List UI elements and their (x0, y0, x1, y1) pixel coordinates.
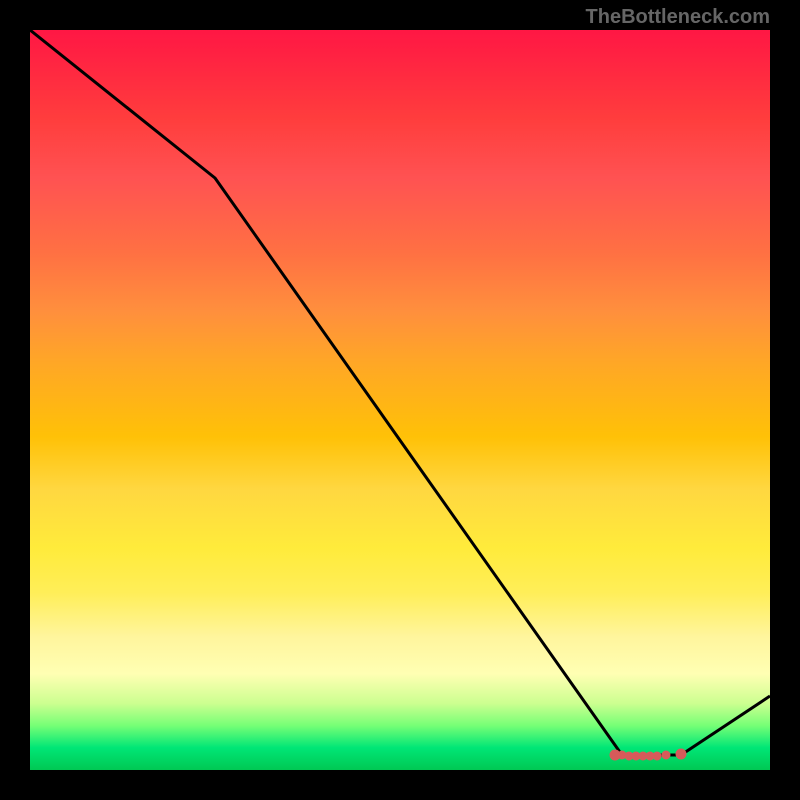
attribution-text: TheBottleneck.com (586, 6, 770, 29)
chart-svg (30, 30, 770, 770)
plot-area (30, 30, 770, 770)
curve-line (30, 30, 770, 755)
